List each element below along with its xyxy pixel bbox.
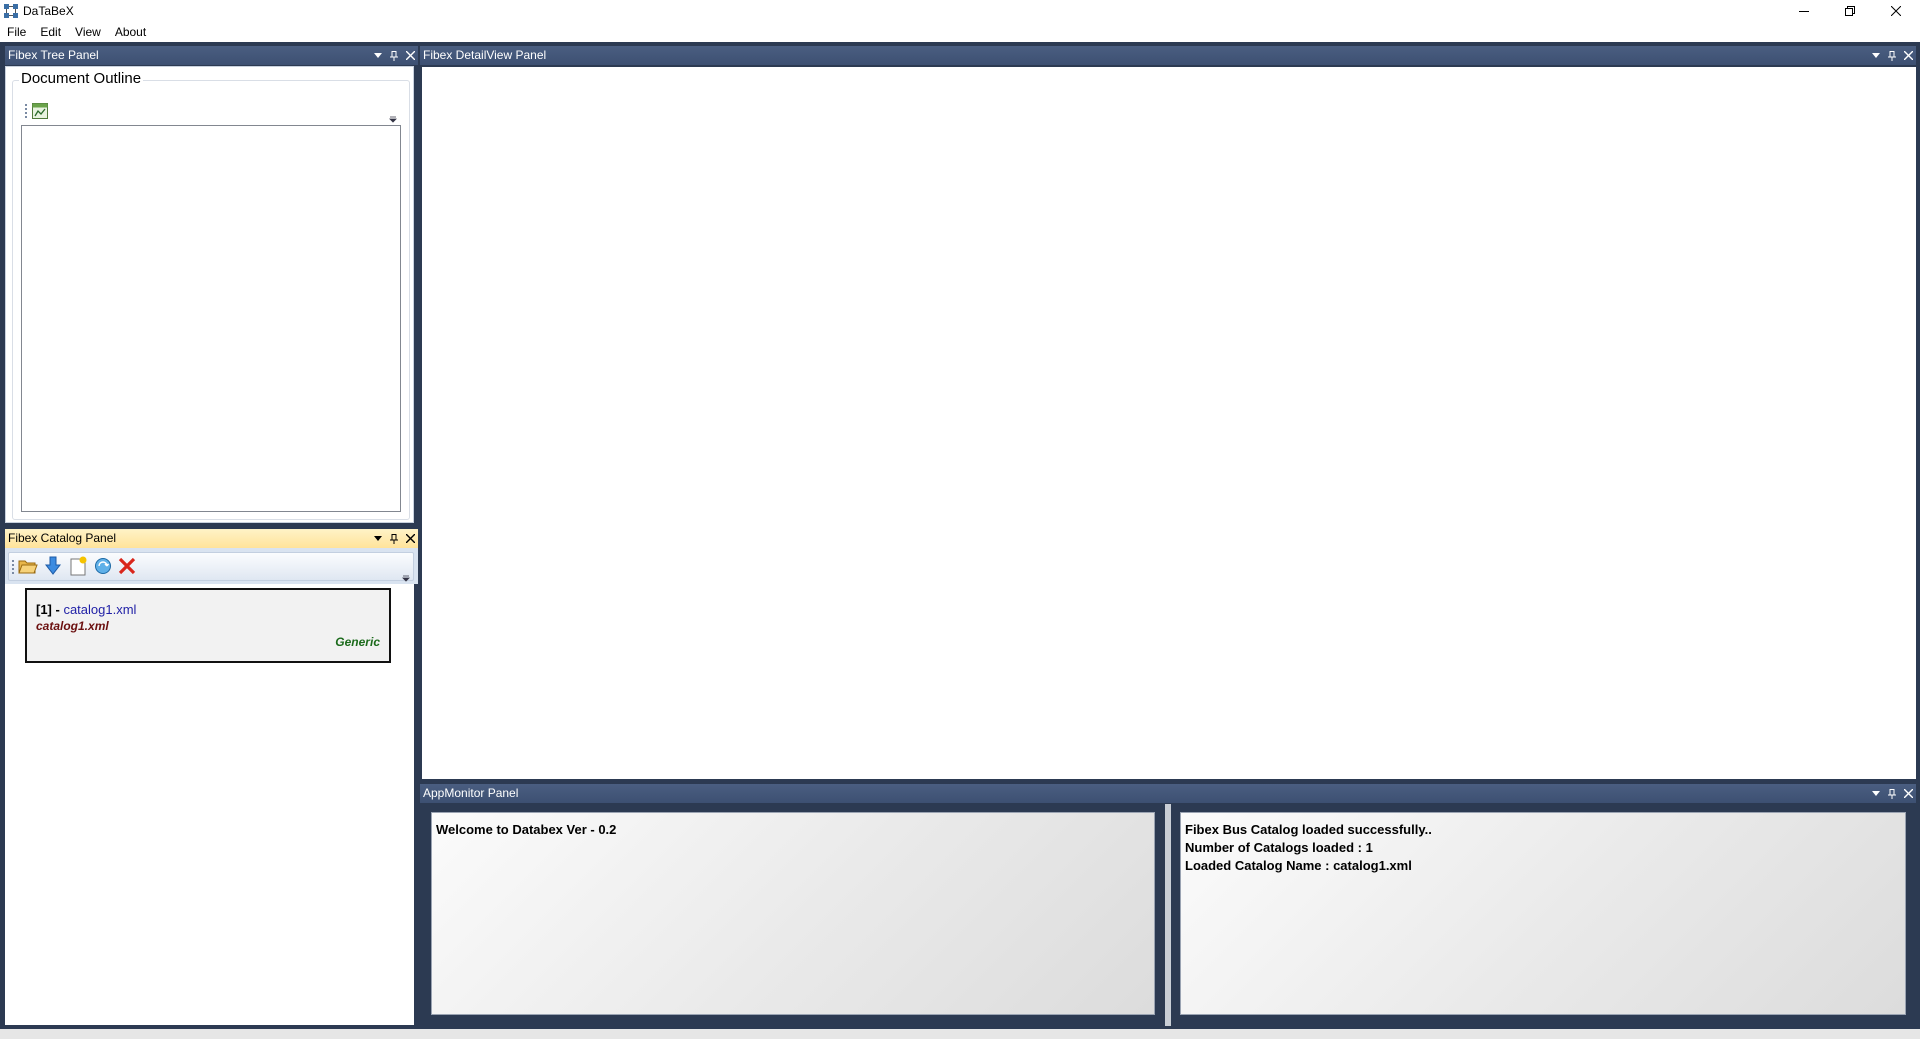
pin-icon (1888, 50, 1896, 61)
minimize-button[interactable] (1781, 0, 1827, 22)
delete-catalog-button[interactable] (116, 555, 138, 577)
menu-edit[interactable]: Edit (33, 22, 68, 42)
monitor-right-log[interactable]: Fibex Bus Catalog loaded successfully.. … (1180, 812, 1906, 1015)
pin-icon (1888, 788, 1896, 799)
catalog-item-index: [1] - (36, 602, 64, 617)
tree-panel-title: Fibex Tree Panel (8, 48, 99, 62)
detail-panel-menu-button[interactable] (1870, 50, 1882, 62)
monitor-log-line: Fibex Bus Catalog loaded successfully.. (1185, 822, 1432, 837)
monitor-log-line: Welcome to Databex Ver - 0.2 (436, 822, 617, 837)
pin-icon (390, 533, 398, 544)
outline-view-button[interactable] (30, 101, 50, 121)
title-bar (0, 0, 1920, 22)
menu-about[interactable]: About (108, 22, 153, 42)
overflow-chevron-icon (402, 575, 410, 582)
import-catalog-button[interactable] (42, 555, 64, 577)
catalog-panel-menu-button[interactable] (372, 533, 384, 545)
menu-bar: File Edit View About (0, 22, 1920, 42)
dropdown-arrow-icon (1872, 791, 1880, 796)
menu-file[interactable]: File (0, 22, 33, 42)
new-document-icon (70, 556, 87, 576)
catalog-panel-pin-button[interactable] (388, 533, 400, 545)
monitor-left-log[interactable]: Welcome to Databex Ver - 0.2 (431, 812, 1155, 1015)
toolbar-grip[interactable] (25, 104, 27, 118)
outline-tree-view[interactable] (21, 125, 401, 512)
monitor-log-line: Loaded Catalog Name : catalog1.xml (1185, 858, 1412, 873)
monitor-panel-pin-button[interactable] (1886, 788, 1898, 800)
catalog-toolbar (8, 552, 414, 582)
close-button[interactable] (1873, 0, 1919, 22)
catalog-item-file: catalog1.xml (36, 619, 109, 633)
close-icon (1891, 6, 1901, 16)
menu-view[interactable]: View (68, 22, 108, 42)
app-logo-icon (3, 3, 19, 19)
download-icon (44, 556, 62, 575)
tree-view-icon (32, 103, 48, 119)
overflow-chevron-icon (389, 116, 397, 123)
monitor-panel-title: AppMonitor Panel (423, 786, 519, 800)
toolbar-grip[interactable] (12, 560, 14, 574)
minimize-icon (1799, 11, 1809, 12)
delete-icon (118, 557, 136, 575)
tree-panel-close-button[interactable] (404, 50, 416, 62)
monitor-log-line: Number of Catalogs loaded : 1 (1185, 840, 1373, 855)
catalog-item-type: Generic (335, 635, 380, 649)
monitor-splitter[interactable] (1165, 804, 1171, 1026)
dropdown-arrow-icon (374, 536, 382, 541)
monitor-panel-menu-button[interactable] (1870, 788, 1882, 800)
document-outline-title: Document Outline (19, 70, 144, 87)
detail-panel-pin-button[interactable] (1886, 50, 1898, 62)
close-icon (405, 51, 415, 60)
catalog-panel-title: Fibex Catalog Panel (8, 531, 117, 545)
catalog-item-title: [1] - catalog1.xml (36, 602, 136, 617)
catalog-list-item[interactable]: [1] - catalog1.xml catalog1.xml Generic (25, 588, 391, 663)
window-title: DaTaBeX (23, 4, 74, 18)
monitor-panel-header[interactable]: AppMonitor Panel (420, 784, 1916, 803)
detail-panel-header[interactable]: Fibex DetailView Panel (420, 46, 1916, 65)
dropdown-arrow-icon (1872, 53, 1880, 58)
refresh-icon (95, 558, 111, 574)
catalog-item-name-link[interactable]: catalog1.xml (63, 602, 136, 617)
toolbar-overflow-button[interactable] (402, 570, 410, 582)
status-bar (0, 1029, 1920, 1039)
detail-view-body (422, 67, 1916, 779)
tree-panel-header[interactable]: Fibex Tree Panel (5, 46, 418, 65)
refresh-catalog-button[interactable] (92, 555, 114, 577)
tree-panel-menu-button[interactable] (372, 50, 384, 62)
detail-panel-close-button[interactable] (1902, 50, 1914, 62)
catalog-panel-close-button[interactable] (404, 533, 416, 545)
new-catalog-button[interactable] (67, 555, 89, 577)
close-icon (1903, 789, 1913, 798)
tree-panel-pin-button[interactable] (388, 50, 400, 62)
outline-toolbar (22, 101, 400, 123)
close-icon (405, 534, 415, 543)
restore-icon (1845, 6, 1855, 16)
close-icon (1903, 51, 1913, 60)
toolbar-overflow-button[interactable] (389, 111, 397, 123)
dropdown-arrow-icon (374, 53, 382, 58)
detail-panel-title: Fibex DetailView Panel (423, 48, 547, 62)
catalog-panel-header[interactable]: Fibex Catalog Panel (5, 529, 418, 548)
pin-icon (390, 50, 398, 61)
restore-button[interactable] (1827, 0, 1873, 22)
open-folder-icon (18, 560, 38, 574)
open-catalog-button[interactable] (17, 555, 39, 577)
monitor-panel-close-button[interactable] (1902, 788, 1914, 800)
